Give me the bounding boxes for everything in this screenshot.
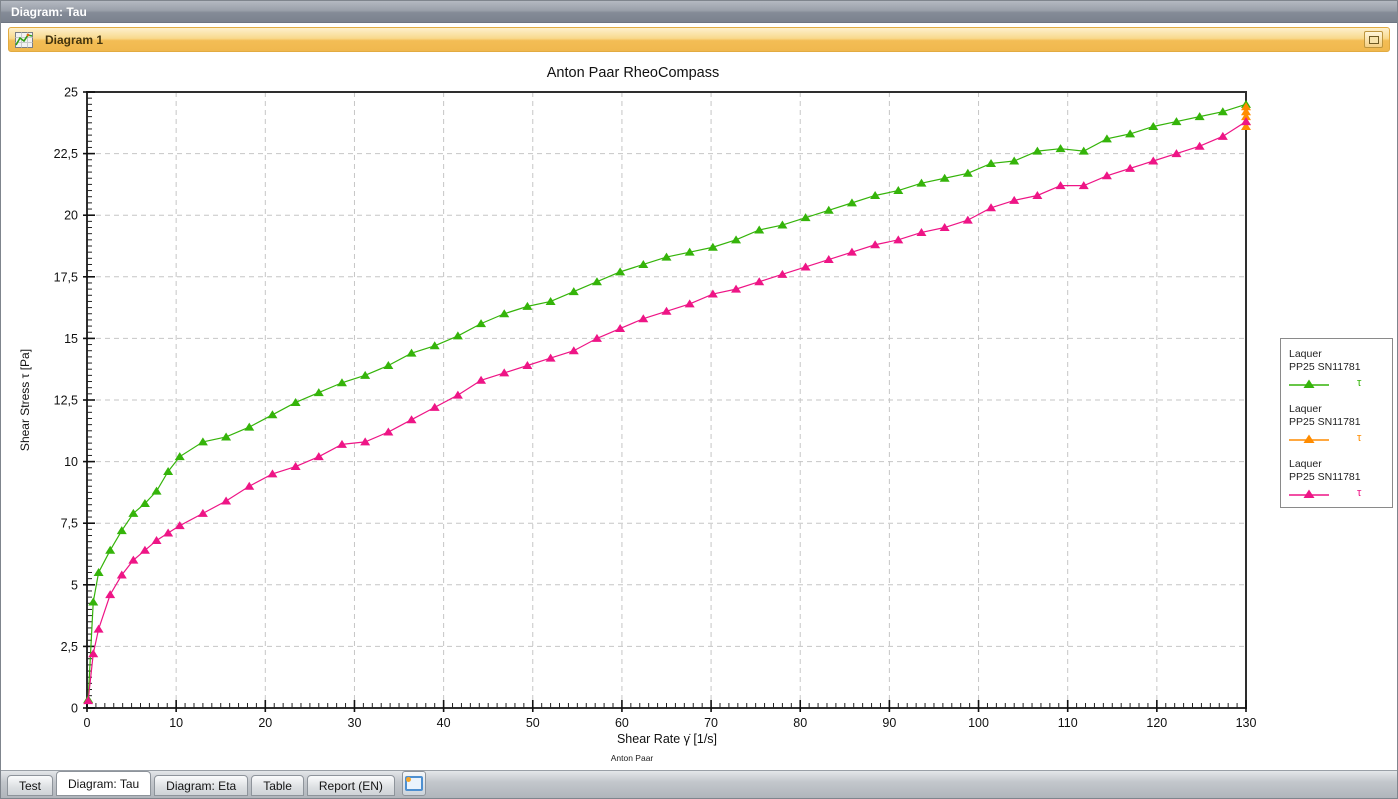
svg-text:5: 5 (71, 578, 78, 592)
svg-text:50: 50 (526, 716, 540, 730)
tab-test[interactable]: Test (7, 775, 53, 796)
workspace-tab-bar: TestDiagram: TauDiagram: EtaTableReport … (1, 770, 1397, 798)
app-window: Diagram: Tau Diagram 1 01020304050607080… (0, 0, 1398, 799)
svg-text:Shear Stress τ [Pa]: Shear Stress τ [Pa] (18, 349, 32, 451)
svg-text:Anton Paar: Anton Paar (611, 753, 654, 763)
collapse-box-icon (1369, 36, 1379, 44)
collapse-panel-button[interactable] (1364, 31, 1383, 48)
svg-text:40: 40 (437, 716, 451, 730)
legend-swatch-row: τ (1289, 377, 1384, 390)
svg-text:120: 120 (1146, 716, 1167, 730)
diagram-title: Diagram 1 (45, 33, 103, 47)
svg-text:20: 20 (258, 716, 272, 730)
tab-table[interactable]: Table (251, 775, 304, 796)
svg-text:Anton Paar RheoCompass: Anton Paar RheoCompass (547, 65, 720, 81)
legend-sample-name: Laquer (1289, 403, 1384, 416)
svg-text:90: 90 (882, 716, 896, 730)
legend-entry-1[interactable]: LaquerPP25 SN11781 τ (1289, 348, 1384, 390)
legend-quantity-symbol: τ (1357, 488, 1361, 499)
legend-measuring-system: PP25 SN11781 (1289, 361, 1384, 374)
svg-text:60: 60 (615, 716, 629, 730)
diagram-header: Diagram 1 (8, 27, 1390, 52)
svg-text:7,5: 7,5 (61, 517, 78, 531)
svg-text:0: 0 (71, 702, 78, 716)
svg-text:30: 30 (348, 716, 362, 730)
legend-swatch-row: τ (1289, 432, 1384, 445)
legend-entry-3[interactable]: LaquerPP25 SN11781 τ (1289, 458, 1384, 500)
legend-quantity-symbol: τ (1357, 433, 1361, 444)
svg-text:10: 10 (169, 716, 183, 730)
legend-measuring-system: PP25 SN11781 (1289, 416, 1384, 429)
tab-diagram-eta[interactable]: Diagram: Eta (154, 775, 248, 796)
legend-sample-name: Laquer (1289, 458, 1384, 471)
legend-swatch-row: τ (1289, 487, 1384, 500)
curve-legend: LaquerPP25 SN11781τLaquerPP25 SN11781τLa… (1280, 338, 1393, 508)
svg-text:20: 20 (64, 209, 78, 223)
legend-entry-2[interactable]: LaquerPP25 SN11781 τ (1289, 403, 1384, 445)
svg-text:80: 80 (793, 716, 807, 730)
curve-marker-swatch-icon (1289, 487, 1329, 500)
new-window-icon (405, 776, 423, 791)
tab-diagram-tau[interactable]: Diagram: Tau (56, 771, 151, 796)
svg-text:12,5: 12,5 (54, 394, 78, 408)
svg-text:100: 100 (968, 716, 989, 730)
svg-text:22,5: 22,5 (54, 147, 78, 161)
diagram-icon (15, 32, 33, 48)
svg-text:2,5: 2,5 (61, 640, 78, 654)
legend-quantity-symbol: τ (1357, 378, 1361, 389)
tab-report-en[interactable]: Report (EN) (307, 775, 395, 796)
svg-text:Shear Rate γ̇ [1/s]: Shear Rate γ̇ [1/s] (617, 732, 717, 746)
pane-title: Diagram: Tau (11, 5, 87, 19)
new-window-button[interactable] (402, 771, 426, 796)
pane-title-bar: Diagram: Tau (1, 1, 1397, 23)
legend-sample-name: Laquer (1289, 348, 1384, 361)
svg-text:110: 110 (1058, 716, 1078, 730)
svg-text:25: 25 (64, 86, 78, 100)
curve-marker-swatch-icon (1289, 377, 1329, 390)
svg-text:10: 10 (64, 455, 78, 469)
svg-text:17,5: 17,5 (54, 270, 78, 284)
svg-text:130: 130 (1236, 716, 1257, 730)
svg-text:70: 70 (704, 716, 718, 730)
legend-measuring-system: PP25 SN11781 (1289, 471, 1384, 484)
svg-text:0: 0 (84, 716, 91, 730)
shear-stress-diagram[interactable]: 0 10 20 30 40 50 60 70 80 90 100 110 120 130 0 2,5 5 7,5 1… (1, 53, 1398, 772)
curve-marker-swatch-icon (1289, 432, 1329, 445)
svg-text:15: 15 (64, 332, 78, 346)
window-icon-dot (406, 777, 411, 782)
